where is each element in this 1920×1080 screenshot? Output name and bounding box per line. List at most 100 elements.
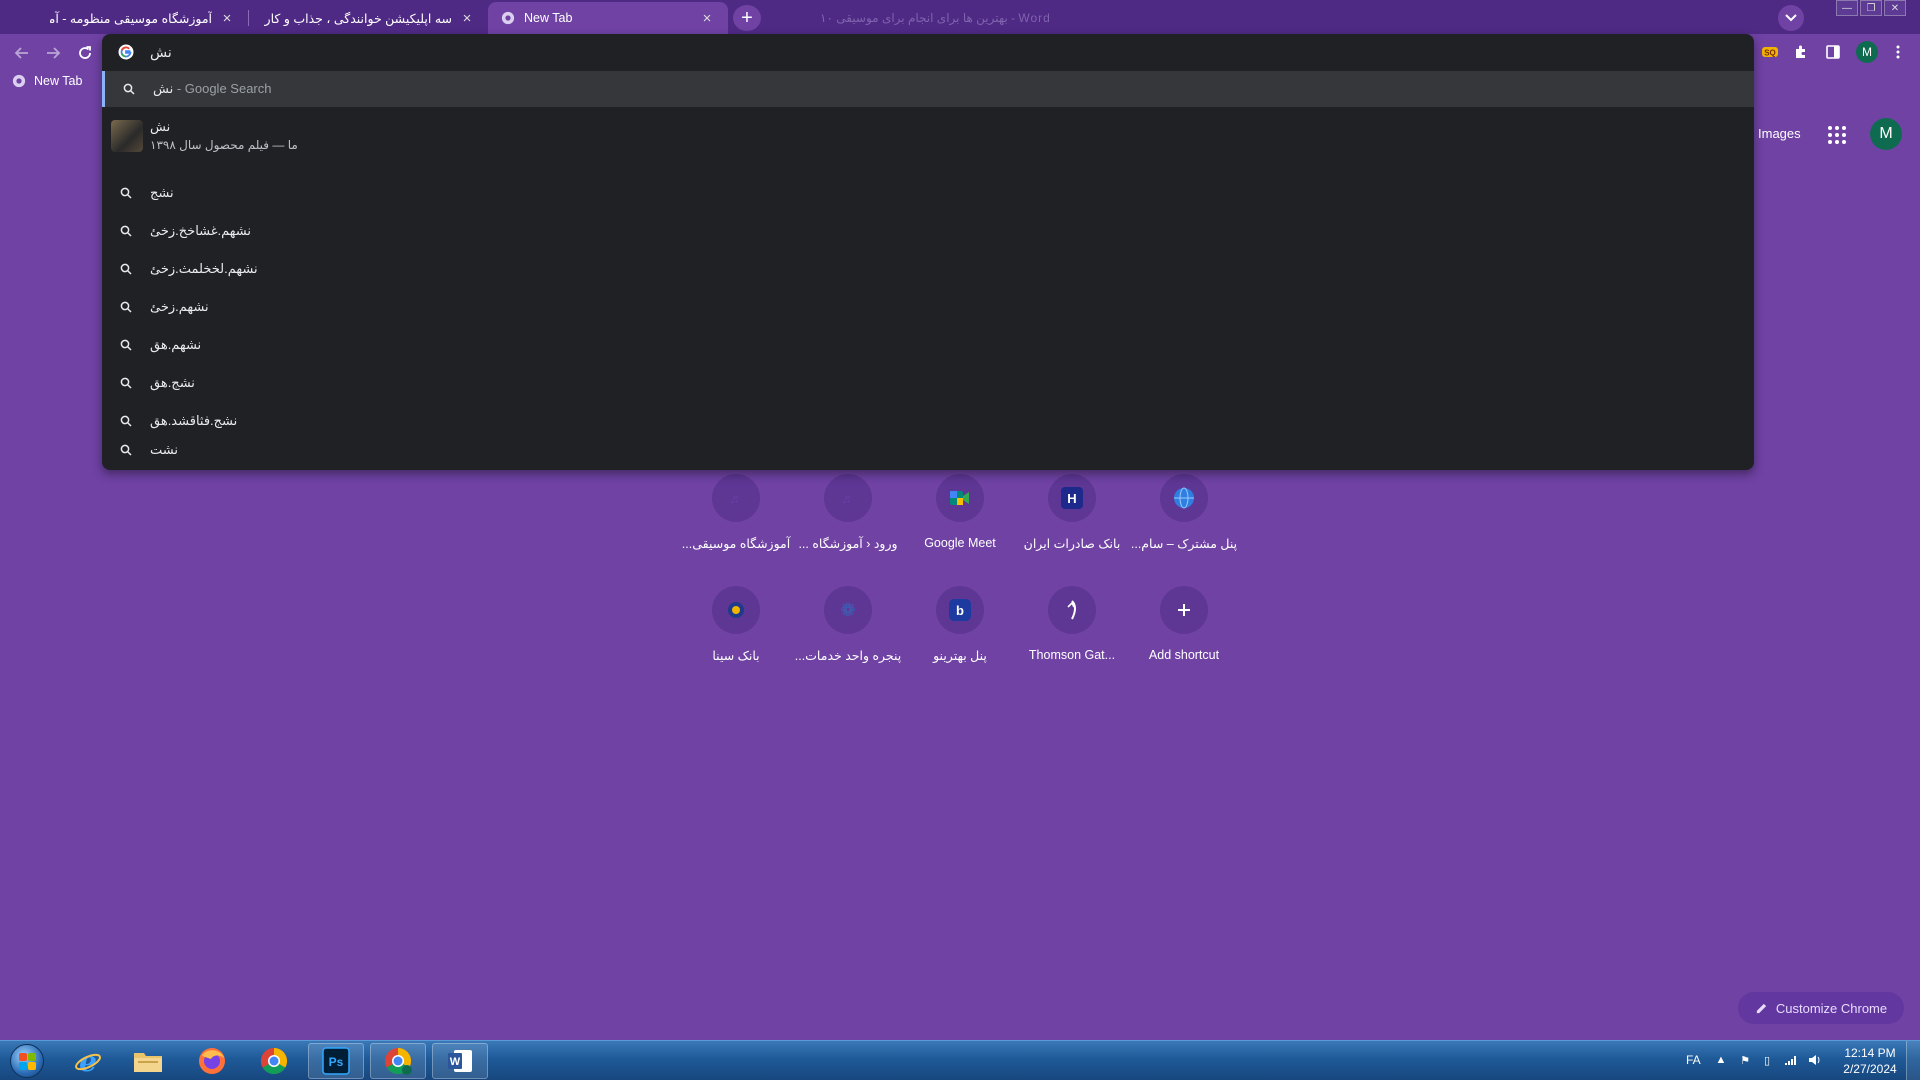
suggestion-google-search[interactable]: نش - Google Search [102, 71, 1754, 107]
bank-sina-icon [728, 602, 744, 618]
customize-chrome-button[interactable]: Customize Chrome [1738, 992, 1904, 1024]
account-avatar[interactable]: M [1870, 118, 1902, 150]
side-panel-icon[interactable] [1822, 41, 1844, 63]
images-link[interactable]: Images [1758, 126, 1801, 141]
svg-text:Ps: Ps [329, 1055, 344, 1069]
shortcut-google-meet[interactable]: Google Meet [904, 474, 1016, 574]
tab-title: New Tab [524, 11, 573, 25]
shortcut-icon-bg: ❁ [824, 586, 872, 634]
music-school-icon: ♬ [841, 490, 855, 506]
suggestion-item[interactable]: نشهم.هق [102, 326, 1754, 364]
shortcut-label: بانک سینا [712, 649, 760, 663]
shortcut-bank-sina[interactable]: بانک سینا [680, 586, 792, 686]
shortcut-icon-bg [1160, 474, 1208, 522]
chrome-profile-icon[interactable] [370, 1043, 426, 1079]
suggestion-text: نشج [150, 185, 174, 200]
search-icon [118, 299, 134, 315]
chevron-down-icon [1785, 14, 1797, 22]
show-hidden-icons-icon[interactable]: ▲ [1714, 1053, 1728, 1067]
arrow-left-icon [14, 47, 28, 59]
network-icon[interactable] [1784, 1053, 1798, 1067]
suggestion-item[interactable]: نشج.هق [102, 364, 1754, 402]
suggestion-suffix: - Google Search [173, 81, 272, 96]
taskbar: e Ps W FA ▲ ⚑ ▯ 12:14 PM 2/27/2024 [0, 1040, 1920, 1080]
chrome-icon[interactable] [246, 1043, 302, 1079]
music-school-icon: ♬ [729, 490, 743, 506]
suggestion-item[interactable]: نشج [102, 174, 1754, 212]
shortcut-thomson-gate[interactable]: Thomson Gat... [1016, 586, 1128, 686]
suggestion-text: نشج.فثاقشد.هق [150, 413, 238, 428]
language-indicator[interactable]: FA [1686, 1053, 1701, 1067]
firefox-icon[interactable] [184, 1043, 240, 1079]
shortcut-label: Thomson Gat... [1028, 648, 1116, 662]
tab-singing-apps[interactable]: سه اپلیکیشن خوانندگی ، جذاب و کاربردی ! … [252, 2, 488, 34]
word-icon[interactable]: W [432, 1043, 488, 1079]
tab-search-button[interactable] [1778, 5, 1804, 31]
bookmark-new-tab[interactable]: New Tab [12, 74, 82, 88]
window-title: ۱۰ بهترین ها برای انجام برای موسیقی - Wo… [820, 11, 1051, 25]
close-window-button[interactable]: ✕ [1884, 0, 1906, 16]
close-icon[interactable]: × [218, 9, 236, 27]
shortcut-label: بانک صادرات ایران [1023, 537, 1121, 551]
internet-explorer-icon[interactable]: e [60, 1043, 116, 1079]
kebab-menu-icon[interactable] [1887, 41, 1909, 63]
shortcut-icon-bg: H [1048, 474, 1096, 522]
suggestion-text: نشهم.زخئ [150, 299, 209, 314]
file-explorer-icon[interactable] [120, 1043, 176, 1079]
pencil-icon [1756, 1003, 1767, 1013]
window-controls: — ❐ ✕ [1836, 0, 1906, 16]
omnibox-input-row [102, 34, 1754, 70]
customize-label: Customize Chrome [1775, 1000, 1888, 1016]
omnibox-input[interactable] [150, 42, 1650, 62]
new-tab-button[interactable]: + [733, 5, 761, 31]
shortcut-music-school[interactable]: ♬ آموزشگاه موسیقی... [680, 474, 792, 574]
suggestion-text: نشهم.لخخلمث.زخئ [150, 261, 258, 276]
maximize-button[interactable]: ❐ [1860, 0, 1882, 16]
suggestion-entity[interactable]: نش ما — فیلم محصول سال ۱۳۹۸ [102, 110, 1754, 164]
start-button[interactable] [4, 1042, 50, 1080]
close-icon[interactable]: × [698, 9, 716, 27]
shortcut-icon-bg [1160, 586, 1208, 634]
suggestion-item[interactable]: نشهم.لخخلمث.زخئ [102, 250, 1754, 288]
shortcut-label: پنجره واحد خدمات... [794, 649, 902, 663]
volume-icon[interactable] [1808, 1053, 1822, 1067]
suggestion-item[interactable]: نشهم.زخئ [102, 288, 1754, 326]
suggestion-item[interactable]: نشت [102, 431, 1754, 469]
google-meet-icon [950, 491, 969, 505]
puzzle-icon[interactable] [1790, 41, 1812, 63]
clock-time: 12:14 PM [1844, 1046, 1896, 1060]
omnibox-dropdown: نش - Google Search نش ما — فیلم محصول سا… [102, 34, 1754, 470]
shortcut-bank-saderat[interactable]: H بانک صادرات ایران [1016, 474, 1128, 574]
action-center-flag-icon[interactable]: ⚑ [1738, 1053, 1752, 1067]
power-icon[interactable]: ▯ [1760, 1053, 1774, 1067]
tab-music-school[interactable]: آموزشگاه موسیقی منظومه - آموزشگاه موسیقی… [38, 2, 248, 34]
extension-icon[interactable]: SQ [1759, 41, 1781, 63]
shortcut-subscriber-panel[interactable]: پنل مشترک – سام... [1128, 474, 1240, 574]
bank-saderat-icon: H [1061, 487, 1083, 509]
shortcut-single-window[interactable]: ❁ پنجره واحد خدمات... [792, 586, 904, 686]
clock[interactable]: 12:14 PM 2/27/2024 [1838, 1045, 1902, 1077]
emblem-icon: ❁ [840, 599, 856, 620]
tab-title: سه اپلیکیشن خوانندگی ، جذاب و کاربردی ! [264, 11, 452, 26]
apps-grid-icon[interactable] [1826, 124, 1848, 146]
suggestion-text: نشج.هق [150, 375, 195, 390]
profile-avatar[interactable]: M [1856, 41, 1878, 63]
show-desktop-button[interactable] [1906, 1041, 1920, 1080]
suggestion-text: نشت [150, 442, 178, 457]
search-icon [118, 185, 134, 201]
add-shortcut-button[interactable]: Add shortcut [1128, 586, 1240, 686]
forward-button[interactable] [42, 42, 64, 64]
photoshop-icon[interactable]: Ps [308, 1043, 364, 1079]
plus-icon [1178, 604, 1190, 616]
suggestion-item[interactable]: نشهم.غشاخخ.زخئ [102, 212, 1754, 250]
reload-button[interactable] [74, 42, 96, 64]
shortcut-music-school-login[interactable]: ♬ ورود ‹ آموزشگاه ... [792, 474, 904, 574]
minimize-button[interactable]: — [1836, 0, 1858, 16]
tab-new-tab[interactable]: New Tab × [488, 2, 728, 34]
close-icon[interactable]: × [458, 9, 476, 27]
shortcut-label: پنل مشترک – سام... [1130, 537, 1238, 551]
shortcut-behtarino[interactable]: b پنل بهترینو [904, 586, 1016, 686]
shortcut-icon-bg: ♬ [824, 474, 872, 522]
shortcut-label: ورود ‹ آموزشگاه ... [798, 537, 898, 551]
back-button[interactable] [11, 42, 33, 64]
